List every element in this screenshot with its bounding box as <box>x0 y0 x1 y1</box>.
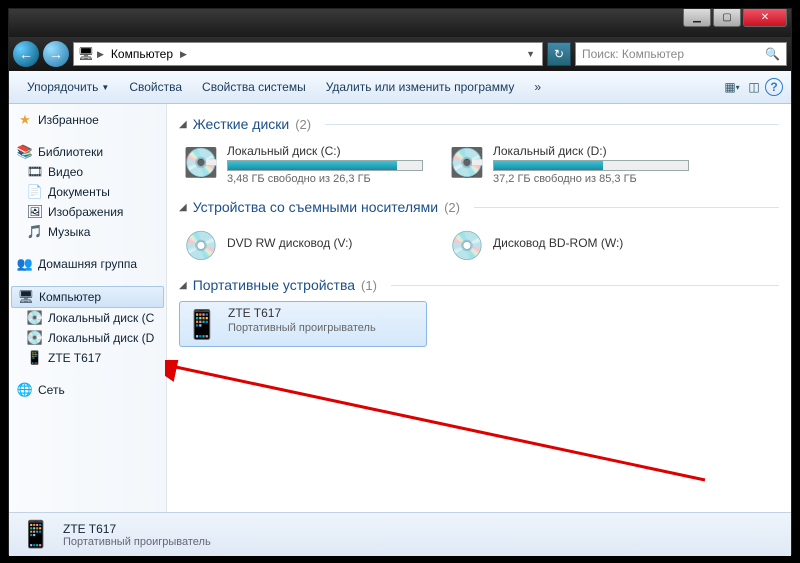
group-removable[interactable]: ◢ Устройства со съемными носителями (2) <box>179 199 779 215</box>
drive-free-text: 3,48 ГБ свободно из 26,3 ГБ <box>227 173 423 185</box>
tree-network[interactable]: 🌐Сеть <box>9 380 166 400</box>
phone-icon: 📱 <box>27 350 43 366</box>
tree-computer[interactable]: 🖥Компьютер <box>11 286 164 308</box>
main-pane: ◢ Жесткие диски (2) 💽 Локальный диск (C:… <box>167 104 791 512</box>
drive-icon: 💽 <box>27 330 43 346</box>
media-player-icon: 📱 <box>19 518 53 552</box>
status-subtitle: Портативный проигрыватель <box>63 536 211 548</box>
navbar: ← → 🖥 ▶ Компьютер ▶ ▼ ↻ Поиск: Компьютер… <box>9 37 791 71</box>
drive-free-text: 37,2 ГБ свободно из 85,3 ГБ <box>493 173 689 185</box>
forward-button[interactable]: → <box>43 41 69 67</box>
media-player-icon: 📱 <box>184 306 220 342</box>
device-desc: Портативный проигрыватель <box>228 322 422 334</box>
group-hard-drives[interactable]: ◢ Жесткие диски (2) <box>179 116 779 132</box>
breadcrumb-computer[interactable]: Компьютер <box>107 47 177 61</box>
dvd-drive-icon: 💿 <box>183 227 219 263</box>
drive-label: Дисковод BD-ROM (W:) <box>493 236 689 250</box>
view-mode-button[interactable]: ▦▾ <box>721 76 743 98</box>
drive-icon: 💽 <box>449 144 485 180</box>
status-title: ZTE T617 <box>63 522 211 536</box>
tree-libraries[interactable]: 📚Библиотеки <box>9 142 166 162</box>
video-icon: 🎞 <box>27 164 43 180</box>
maximize-button[interactable]: ▢ <box>713 9 741 27</box>
chevron-down-icon[interactable]: ▼ <box>523 49 538 59</box>
network-icon: 🌐 <box>17 382 33 398</box>
toolbar-overflow[interactable]: » <box>524 80 551 94</box>
chevron-right-icon[interactable]: ▶ <box>177 49 190 60</box>
preview-pane-button[interactable]: ◫ <box>743 76 765 98</box>
picture-icon: 🖼 <box>27 204 43 220</box>
drive-label: DVD RW дисковод (V:) <box>227 236 423 250</box>
help-button[interactable]: ? <box>765 78 783 96</box>
titlebar: ▁ ▢ ✕ <box>9 9 791 37</box>
drive-d[interactable]: 💽 Локальный диск (D:) 37,2 ГБ свободно и… <box>445 140 693 189</box>
address-bar[interactable]: 🖥 ▶ Компьютер ▶ ▼ <box>73 42 543 66</box>
details-pane: 📱 ZTE T617 Портативный проигрыватель <box>9 512 791 556</box>
device-zte-t617[interactable]: 📱 ZTE T617 Портативный проигрыватель <box>179 301 427 347</box>
usage-bar <box>493 160 689 171</box>
document-icon: 📄 <box>27 184 43 200</box>
uninstall-button[interactable]: Удалить или изменить программу <box>316 80 525 94</box>
close-button[interactable]: ✕ <box>743 9 787 27</box>
music-icon: 🎵 <box>27 224 43 240</box>
back-button[interactable]: ← <box>13 41 39 67</box>
group-portable[interactable]: ◢ Портативные устройства (1) <box>179 277 779 293</box>
organize-menu[interactable]: Упорядочить▼ <box>17 80 119 94</box>
drive-label: Локальный диск (C:) <box>227 144 423 158</box>
drive-icon: 💽 <box>183 144 219 180</box>
computer-icon: 🖥 <box>78 46 94 62</box>
drive-icon: 💽 <box>27 310 43 326</box>
navigation-tree: ★Избранное 📚Библиотеки 🎞Видео 📄Документы… <box>9 104 167 512</box>
refresh-button[interactable]: ↻ <box>547 42 571 66</box>
computer-icon: 🖥 <box>18 289 34 305</box>
homegroup-icon: 👥 <box>17 256 33 272</box>
properties-button[interactable]: Свойства <box>119 80 192 94</box>
toolbar: Упорядочить▼ Свойства Свойства системы У… <box>9 71 791 104</box>
usage-bar <box>227 160 423 171</box>
device-label: ZTE T617 <box>228 306 422 320</box>
bd-drive-icon: 💿 <box>449 227 485 263</box>
tree-pictures[interactable]: 🖼Изображения <box>9 202 166 222</box>
tree-documents[interactable]: 📄Документы <box>9 182 166 202</box>
tree-zte-t617[interactable]: 📱ZTE T617 <box>9 348 166 368</box>
tree-local-disk-c[interactable]: 💽Локальный диск (C <box>9 308 166 328</box>
tree-local-disk-d[interactable]: 💽Локальный диск (D <box>9 328 166 348</box>
libraries-icon: 📚 <box>17 144 33 160</box>
content-area: ★Избранное 📚Библиотеки 🎞Видео 📄Документы… <box>9 104 791 512</box>
minimize-button[interactable]: ▁ <box>683 9 711 27</box>
drive-bd[interactable]: 💿 Дисковод BD-ROM (W:) <box>445 223 693 267</box>
caret-down-icon: ◢ <box>179 280 187 291</box>
tree-music[interactable]: 🎵Музыка <box>9 222 166 242</box>
caret-down-icon: ◢ <box>179 119 187 130</box>
system-properties-button[interactable]: Свойства системы <box>192 80 316 94</box>
search-placeholder: Поиск: Компьютер <box>582 47 684 61</box>
explorer-window: ▁ ▢ ✕ ← → 🖥 ▶ Компьютер ▶ ▼ ↻ Поиск: Ком… <box>8 8 792 555</box>
tree-homegroup[interactable]: 👥Домашняя группа <box>9 254 166 274</box>
drive-dvd[interactable]: 💿 DVD RW дисковод (V:) <box>179 223 427 267</box>
drive-c[interactable]: 💽 Локальный диск (C:) 3,48 ГБ свободно и… <box>179 140 427 189</box>
drive-label: Локальный диск (D:) <box>493 144 689 158</box>
chevron-right-icon[interactable]: ▶ <box>94 49 107 60</box>
tree-favorites[interactable]: ★Избранное <box>9 110 166 130</box>
caret-down-icon: ◢ <box>179 202 187 213</box>
search-icon: 🔍 <box>765 47 780 61</box>
star-icon: ★ <box>17 112 33 128</box>
search-input[interactable]: Поиск: Компьютер 🔍 <box>575 42 787 66</box>
tree-videos[interactable]: 🎞Видео <box>9 162 166 182</box>
